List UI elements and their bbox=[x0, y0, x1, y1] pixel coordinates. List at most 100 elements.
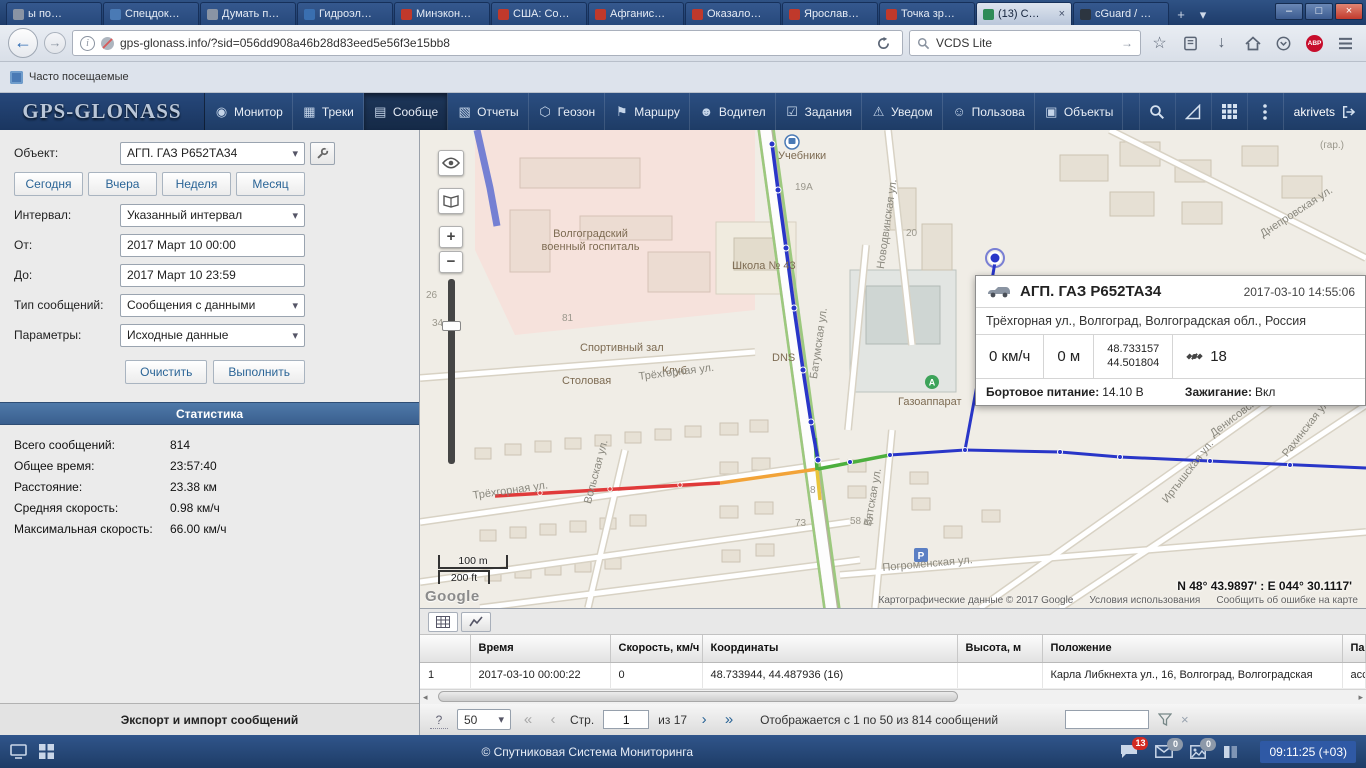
downloads-icon[interactable]: ↓ bbox=[1209, 31, 1234, 56]
mixed-content-icon[interactable] bbox=[101, 37, 114, 50]
browser-tab[interactable]: Ярослав… × bbox=[782, 2, 878, 25]
nav-item[interactable]: ▧ Отчеты bbox=[448, 93, 528, 130]
search-input[interactable] bbox=[936, 36, 1115, 50]
back-button[interactable]: ← bbox=[8, 28, 38, 58]
panels-grid-icon[interactable] bbox=[39, 744, 54, 759]
zoom-out-button[interactable]: − bbox=[439, 251, 463, 273]
column-header[interactable] bbox=[420, 635, 470, 662]
parameters-select[interactable]: Исходные данные▾ bbox=[120, 324, 305, 347]
forward-button[interactable]: → bbox=[44, 32, 66, 54]
browser-tab[interactable]: США: Со… × bbox=[491, 2, 587, 25]
window-minimize-button[interactable]: – bbox=[1275, 3, 1303, 20]
url-text[interactable]: gps-glonass.info/?sid=056dd908a46b28d83e… bbox=[120, 36, 865, 50]
map-layers-button[interactable] bbox=[438, 188, 464, 214]
filter-input[interactable] bbox=[1065, 710, 1149, 729]
media-icon[interactable]: 0 bbox=[1190, 745, 1206, 759]
apps-grid-icon[interactable] bbox=[1211, 93, 1247, 130]
monitor-layout-icon[interactable] bbox=[10, 744, 27, 759]
browser-tab[interactable]: (13) С… × bbox=[976, 2, 1072, 25]
nav-item[interactable]: ⬡ Геозон bbox=[529, 93, 606, 130]
site-info-icon[interactable]: i bbox=[80, 36, 95, 51]
next-page-button[interactable]: › bbox=[696, 711, 712, 728]
last-page-button[interactable]: » bbox=[721, 711, 737, 728]
quick-range-button[interactable]: Месяц bbox=[236, 172, 305, 196]
bookmark-item[interactable]: Часто посещаемые bbox=[29, 71, 129, 83]
url-bar[interactable]: i gps-glonass.info/?sid=056dd908a46b28d8… bbox=[72, 30, 903, 56]
nav-item[interactable]: ☺ Пользова bbox=[943, 93, 1035, 130]
tab-list-button[interactable]: ▾ bbox=[1192, 5, 1214, 25]
nav-item[interactable]: ▣ Объекты bbox=[1035, 93, 1124, 130]
nav-item[interactable]: ◉ Монитор bbox=[205, 93, 293, 130]
tab-close-icon[interactable]: × bbox=[1059, 8, 1065, 20]
report-error-link[interactable]: Сообщить об ошибке на карте bbox=[1216, 595, 1358, 606]
chart-view-tab[interactable] bbox=[461, 612, 491, 632]
mail-icon[interactable]: 0 bbox=[1155, 745, 1173, 758]
page-size-select[interactable]: 50▾ bbox=[457, 709, 511, 730]
first-page-button[interactable]: « bbox=[520, 711, 536, 728]
browser-tab[interactable]: cGuard / … × bbox=[1073, 2, 1169, 25]
more-options-icon[interactable] bbox=[1247, 93, 1283, 130]
window-maximize-button[interactable]: □ bbox=[1305, 3, 1333, 20]
page-number-input[interactable] bbox=[603, 710, 649, 729]
menu-icon[interactable] bbox=[1333, 31, 1358, 56]
browser-tab[interactable]: ы по… × bbox=[6, 2, 102, 25]
clear-filter-icon[interactable]: × bbox=[1181, 712, 1189, 727]
nav-item[interactable]: ☑ Задания bbox=[776, 93, 862, 130]
pager-help-icon[interactable]: ? bbox=[430, 711, 448, 729]
export-import-section[interactable]: Экспорт и импорт сообщений bbox=[0, 703, 419, 735]
measure-ruler-icon[interactable] bbox=[1175, 93, 1211, 130]
column-header[interactable]: Время bbox=[470, 635, 610, 662]
zoom-in-button[interactable]: + bbox=[439, 226, 463, 248]
nav-item[interactable]: ☻ Водител bbox=[690, 93, 776, 130]
column-header[interactable]: Координаты bbox=[702, 635, 957, 662]
quick-range-button[interactable]: Сегодня bbox=[14, 172, 83, 196]
browser-tab[interactable]: Спецдок… × bbox=[103, 2, 199, 25]
reload-icon[interactable] bbox=[871, 31, 895, 55]
map[interactable]: P А Волгоградский военный госпитальШкола… bbox=[420, 130, 1366, 608]
browser-tab[interactable]: Думать п… × bbox=[200, 2, 296, 25]
track-visibility-button[interactable] bbox=[438, 150, 464, 176]
execute-button[interactable]: Выполнить bbox=[213, 360, 305, 384]
user-menu[interactable]: akrivets bbox=[1283, 93, 1366, 130]
scroll-right-icon[interactable]: ▸ bbox=[1358, 691, 1363, 703]
browser-tab[interactable]: Гидроэл… × bbox=[297, 2, 393, 25]
column-header[interactable]: Положение bbox=[1042, 635, 1342, 662]
column-header[interactable]: Скорость, км/ч bbox=[610, 635, 702, 662]
search-go-icon[interactable]: → bbox=[1121, 36, 1133, 50]
zoom-slider-handle[interactable] bbox=[442, 321, 461, 331]
window-close-button[interactable]: × bbox=[1335, 3, 1363, 20]
nav-item[interactable]: ▤ Сообще bbox=[364, 93, 448, 130]
zoom-slider[interactable] bbox=[448, 279, 455, 464]
logout-icon[interactable] bbox=[1342, 105, 1356, 119]
to-date-input[interactable] bbox=[120, 264, 305, 287]
horizontal-scrollbar[interactable]: ◂ ▸ bbox=[420, 689, 1366, 704]
filter-funnel-icon[interactable] bbox=[1158, 713, 1172, 726]
browser-tab[interactable]: Минэкон… × bbox=[394, 2, 490, 25]
columns-icon[interactable] bbox=[1223, 745, 1238, 759]
object-settings-button[interactable] bbox=[310, 142, 335, 165]
pocket-icon[interactable] bbox=[1271, 31, 1296, 56]
scrollbar-thumb[interactable] bbox=[438, 691, 958, 702]
object-select[interactable]: АГП. ГАЗ Р652ТА34▾ bbox=[120, 142, 305, 165]
header-search-icon[interactable] bbox=[1139, 93, 1175, 130]
browser-tab[interactable]: Афганис… × bbox=[588, 2, 684, 25]
prev-page-button[interactable]: ‹ bbox=[545, 711, 561, 728]
clear-button[interactable]: Очистить bbox=[125, 360, 207, 384]
browser-tab[interactable]: Точка зр… × bbox=[879, 2, 975, 25]
home-icon[interactable] bbox=[1240, 31, 1265, 56]
interval-select[interactable]: Указанный интервал▾ bbox=[120, 204, 305, 227]
scroll-left-icon[interactable]: ◂ bbox=[423, 691, 428, 703]
chat-messages-icon[interactable]: 13 bbox=[1120, 744, 1138, 759]
browser-tab[interactable]: Оказало… × bbox=[685, 2, 781, 25]
bookmarks-panel-icon[interactable] bbox=[1178, 31, 1203, 56]
bookmark-star-icon[interactable]: ☆ bbox=[1147, 31, 1172, 56]
column-header[interactable]: Высота, м bbox=[957, 635, 1042, 662]
nav-item[interactable]: ⚑ Маршру bbox=[605, 93, 690, 130]
new-tab-button[interactable]: + bbox=[1170, 5, 1192, 25]
message-type-select[interactable]: Сообщения с данными▾ bbox=[120, 294, 305, 317]
nav-item[interactable]: ▦ Треки bbox=[293, 93, 364, 130]
column-header[interactable]: Пар bbox=[1342, 635, 1366, 662]
table-row[interactable]: 12017-03-10 00:00:220 48.733944, 44.4879… bbox=[420, 662, 1366, 688]
adblock-icon[interactable]: ABP bbox=[1302, 31, 1327, 56]
quick-range-button[interactable]: Вчера bbox=[88, 172, 157, 196]
